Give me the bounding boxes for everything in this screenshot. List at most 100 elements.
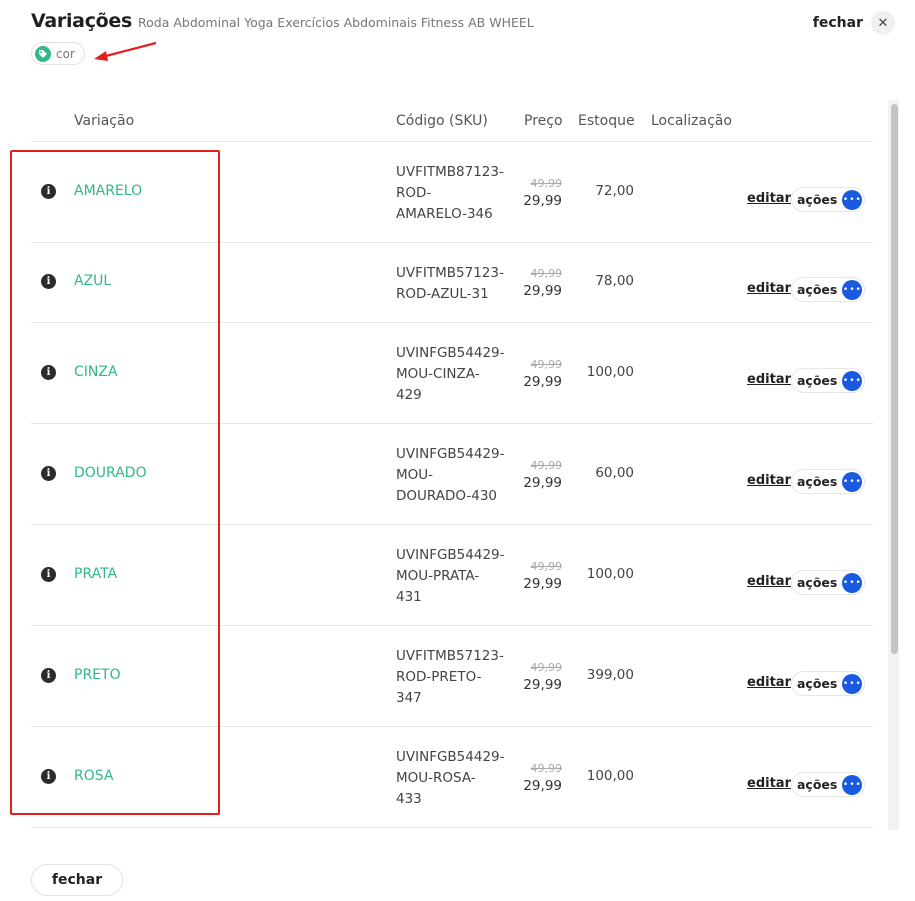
sku-line: ROD-AZUL-31	[396, 286, 489, 302]
variation-name[interactable]: PRATA	[74, 566, 117, 582]
table-row: i PRETO UVFITMB57123- ROD-PRETO- 347 49,99 29,…	[31, 626, 873, 727]
current-price: 29,99	[523, 283, 562, 299]
stock-value: 72,00	[595, 183, 634, 199]
info-icon[interactable]: i	[41, 184, 56, 199]
price-cell: 49,99 29,99	[523, 458, 562, 492]
info-icon[interactable]: i	[41, 466, 56, 481]
stock-value: 100,00	[586, 364, 634, 380]
sku-line: 429	[396, 387, 422, 403]
variations-table: Variação Código (SKU) Preço Estoque Loca…	[31, 100, 873, 830]
info-icon[interactable]: i	[41, 274, 56, 289]
sku-line: AMARELO-346	[396, 206, 493, 222]
sku-line: DOURADO-430	[396, 488, 498, 504]
info-icon[interactable]: i	[41, 567, 56, 582]
variation-name[interactable]: DOURADO	[74, 465, 147, 481]
edit-link[interactable]: editar	[747, 675, 791, 690]
more-icon: •••	[842, 370, 863, 391]
current-price: 29,99	[523, 778, 562, 794]
edit-link[interactable]: editar	[747, 574, 791, 589]
actions-label: ações	[797, 474, 838, 489]
stock-value: 100,00	[586, 768, 634, 784]
edit-link[interactable]: editar	[747, 776, 791, 791]
info-icon[interactable]: i	[41, 365, 56, 380]
actions-button[interactable]: ações •••	[791, 772, 866, 797]
close-button-top[interactable]: fechar ✕	[813, 11, 895, 35]
table-body: i AMARELO UVFITMB87123- ROD- AMARELO-346 49,9…	[31, 142, 873, 828]
variation-name[interactable]: AZUL	[74, 273, 111, 289]
sku-line: UVFITMB57123-	[396, 648, 504, 664]
sku-line: 433	[396, 791, 422, 807]
tag-icon	[35, 45, 51, 62]
attribute-tag[interactable]: cor	[31, 42, 85, 65]
tag-label: cor	[56, 46, 75, 61]
column-stock: Estoque	[578, 113, 635, 129]
column-sku: Código (SKU)	[396, 113, 488, 129]
sku-line: UVINFGB54429-	[396, 446, 505, 462]
table-row: i DOURADO UVINFGB54429- MOU- DOURADO-430 49,9…	[31, 424, 873, 525]
variation-name[interactable]: ROSA	[74, 768, 113, 784]
variation-name[interactable]: PRETO	[74, 667, 121, 683]
actions-button[interactable]: ações •••	[791, 368, 866, 393]
sku-code: UVINFGB54429- MOU- DOURADO-430	[396, 444, 505, 507]
old-price: 49,99	[530, 762, 563, 775]
modal-header: Variações Roda Abdominal Yoga Exercícios…	[31, 10, 534, 32]
edit-link[interactable]: editar	[747, 281, 791, 296]
actions-button[interactable]: ações •••	[791, 277, 866, 302]
stock-value: 399,00	[586, 667, 634, 683]
old-price: 49,99	[530, 358, 563, 371]
sku-line: UVINFGB54429-	[396, 547, 505, 563]
sku-line: UVFITMB57123-	[396, 265, 504, 281]
price-cell: 49,99 29,99	[523, 660, 562, 694]
table-header: Variação Código (SKU) Preço Estoque Loca…	[31, 100, 873, 142]
current-price: 29,99	[523, 374, 562, 390]
column-variation: Variação	[74, 113, 135, 129]
price-cell: 49,99 29,99	[523, 559, 562, 593]
sku-code: UVFITMB87123- ROD- AMARELO-346	[396, 162, 504, 225]
old-price: 49,99	[530, 267, 563, 280]
table-row: i ROSA UVINFGB54429- MOU-ROSA- 433 49,99 29,99…	[31, 727, 873, 828]
sku-code: UVFITMB57123- ROD-PRETO- 347	[396, 646, 504, 709]
variation-name[interactable]: CINZA	[74, 364, 118, 380]
sku-line: ROD-PRETO-	[396, 669, 482, 685]
edit-link[interactable]: editar	[747, 473, 791, 488]
product-name: Roda Abdominal Yoga Exercícios Abdominai…	[138, 15, 534, 30]
actions-button[interactable]: ações •••	[791, 187, 866, 212]
old-price: 49,99	[530, 177, 563, 190]
more-icon: •••	[842, 189, 863, 210]
actions-button[interactable]: ações •••	[791, 671, 866, 696]
more-icon: •••	[842, 279, 863, 300]
actions-label: ações	[797, 373, 838, 388]
stock-value: 78,00	[595, 273, 634, 289]
actions-button[interactable]: ações •••	[791, 570, 866, 595]
more-icon: •••	[842, 471, 863, 492]
close-icon[interactable]: ✕	[871, 11, 895, 35]
variation-name[interactable]: AMARELO	[74, 183, 142, 199]
close-label: fechar	[812, 15, 863, 31]
sku-line: MOU-CINZA-	[396, 366, 480, 382]
info-icon[interactable]: i	[41, 668, 56, 683]
actions-label: ações	[797, 676, 838, 691]
actions-label: ações	[797, 777, 838, 792]
edit-link[interactable]: editar	[747, 372, 791, 387]
old-price: 49,99	[530, 661, 563, 674]
table-row: i PRATA UVINFGB54429- MOU-PRATA- 431 49,99 29,…	[31, 525, 873, 626]
table-row: i AZUL UVFITMB57123- ROD-AZUL-31 49,99 29,99 7…	[31, 243, 873, 323]
actions-label: ações	[797, 575, 838, 590]
old-price: 49,99	[530, 459, 563, 472]
current-price: 29,99	[523, 677, 562, 693]
table-row: i AMARELO UVFITMB87123- ROD- AMARELO-346 49,9…	[31, 142, 873, 243]
scrollbar-thumb[interactable]	[891, 104, 898, 654]
info-icon[interactable]: i	[41, 769, 56, 784]
sku-line: MOU-ROSA-	[396, 770, 476, 786]
close-button-bottom[interactable]: fechar	[31, 864, 123, 896]
price-cell: 49,99 29,99	[523, 761, 562, 795]
more-icon: •••	[842, 774, 863, 795]
more-icon: •••	[842, 572, 863, 593]
actions-button[interactable]: ações •••	[791, 469, 866, 494]
sku-line: ROD-	[396, 185, 432, 201]
sku-line: 347	[396, 690, 422, 706]
sku-code: UVINFGB54429- MOU-PRATA- 431	[396, 545, 505, 608]
old-price: 49,99	[530, 560, 563, 573]
edit-link[interactable]: editar	[747, 191, 791, 206]
actions-label: ações	[797, 282, 838, 297]
